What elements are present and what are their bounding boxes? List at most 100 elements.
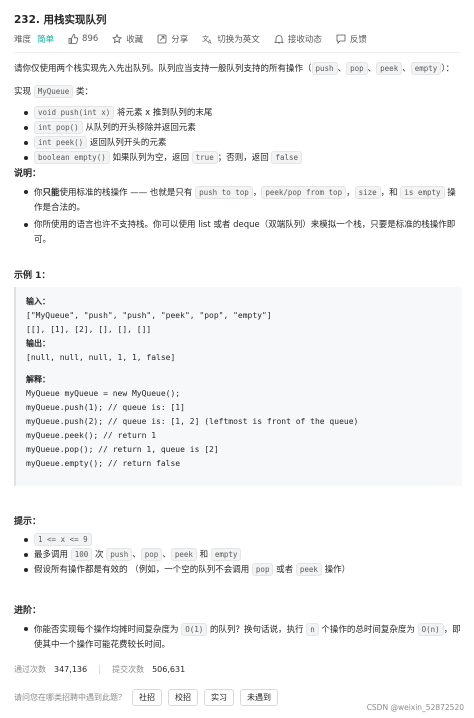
method-list: void push(int x) 将元素 x 推到队列的末尾 int pop()… — [24, 106, 462, 166]
stats-divider — [99, 665, 101, 674]
intro-separator: 、 — [367, 64, 377, 74]
method-code: int peek() — [34, 136, 88, 149]
note-text: 使用标准的栈操作 —— 也就是只有 — [59, 188, 193, 198]
hint-text: 假设所有操作都是有效的 （例如，一个空的队列不会调用 — [34, 565, 250, 575]
method-code: void push(int x) — [34, 106, 115, 119]
hint-code: 100 — [70, 548, 93, 561]
example-input-line: ["MyQueue", "push", "push", "peek", "pop… — [26, 311, 272, 320]
implement-text: 实现 — [14, 87, 32, 97]
advanced-text: 个操作的总时间复杂度为 — [321, 625, 415, 635]
example-explain-line: myQueue.empty(); // return false — [26, 459, 181, 468]
example-explain-label: 解释： — [26, 375, 50, 384]
intro-separator: 、 — [402, 64, 411, 74]
translate-icon: 文A — [202, 34, 212, 44]
problem-meta-bar: 难度 简单 896 收藏 分享 文A 切换为英文 接收动态 反馈 — [14, 33, 381, 45]
star-icon — [112, 34, 123, 44]
note-text: 你 — [34, 188, 43, 198]
note-code: peek/pop from top — [261, 186, 347, 199]
subscribe-label: 接收动态 — [287, 35, 322, 45]
method-desc: ；否则，返回 — [217, 153, 269, 163]
difficulty-badge: 简单 — [37, 35, 55, 45]
example-explain-line: myQueue.peek(); // return 1 — [26, 431, 157, 440]
interview-question-text: 请问您在哪类招聘中遇到此题？ — [14, 693, 126, 702]
intro-separator: 、 — [337, 64, 347, 74]
advanced-list: 你能否实现每个操作均摊时间复杂度为 O(1) 的队列？换句话说，执行 n 个操作… — [24, 622, 462, 654]
notes-heading: 说明： — [14, 169, 42, 179]
example-block: 输入： ["MyQueue", "push", "push", "peek", … — [14, 287, 462, 486]
hint-code: pop — [140, 548, 163, 561]
method-desc: 将元素 x 推到队列的末尾 — [116, 108, 213, 118]
hint-code: 1 <= x <= 9 — [34, 533, 92, 546]
list-item: 你只能使用标准的栈操作 —— 也就是只有 push to top ， peek/po… — [24, 185, 462, 216]
tag-social-hire-button[interactable]: 社招 — [132, 689, 162, 706]
note-bold: 只能 — [42, 188, 60, 198]
example-output-label: 输出： — [26, 339, 50, 348]
example-input-line: [[], [1], [2], [], [], []] — [26, 325, 152, 334]
tag-internship-button[interactable]: 实习 — [204, 689, 234, 706]
hint-code: peek — [170, 548, 197, 561]
list-item: 你能否实现每个操作均摊时间复杂度为 O(1) 的队列？换句话说，执行 n 个操作… — [24, 622, 462, 653]
advanced-code: n — [306, 623, 319, 636]
implement-line: 实现 MyQueue 类： — [14, 84, 462, 100]
feedback-label: 反馈 — [349, 35, 367, 45]
op-empty-code: empty — [410, 62, 442, 75]
header-divider — [14, 52, 460, 53]
method-code: int pop() — [34, 121, 83, 134]
switch-language-button[interactable]: 文A 切换为英文 — [202, 33, 260, 45]
op-pop-code: pop — [346, 62, 368, 75]
advanced-code: O(1) — [181, 623, 208, 636]
hint-separator: 、 — [162, 550, 171, 560]
list-item: 1 <= x <= 9 — [24, 533, 462, 547]
hint-text: 次 — [94, 550, 104, 560]
difficulty-label: 难度 — [14, 35, 32, 45]
share-icon — [157, 34, 167, 44]
list-item: 最多调用 100 次 push、 pop、 peek 和 empty — [24, 548, 462, 562]
accepted-count: 347,136 — [54, 665, 88, 674]
submitted-label: 提交次数 — [112, 665, 145, 674]
notes-list: 你只能使用标准的栈操作 —— 也就是只有 push to top ， peek/po… — [24, 185, 462, 249]
hint-text: 操作） — [324, 565, 351, 575]
note-text: 你所使用的语言也许不支持栈。你可以使用 list 或者 deque（双端队列）来… — [34, 220, 456, 245]
example-explain-line: MyQueue myQueue = new MyQueue(); — [26, 389, 181, 398]
subscribe-button[interactable]: 接收动态 — [273, 33, 322, 45]
example-explain-line: myQueue.push(2); // queue is: [1, 2] (le… — [26, 417, 359, 426]
hint-text: 和 — [199, 550, 209, 560]
feedback-button[interactable]: 反馈 — [336, 33, 367, 45]
list-item: 你所使用的语言也许不支持栈。你可以使用 list 或者 deque（双端队列）来… — [24, 218, 462, 248]
op-peek-code: peek — [376, 62, 403, 75]
implement-text-end: 类： — [76, 87, 94, 97]
like-button[interactable]: 896 — [68, 34, 98, 44]
accepted-label: 通过次数 — [14, 665, 46, 674]
favorite-label: 收藏 — [126, 35, 144, 45]
note-separator: ， — [346, 188, 355, 198]
advanced-text: 你能否实现每个操作均摊时间复杂度为 — [34, 625, 179, 635]
intro-text: 请你仅使用两个栈实现先入先出队列。队列应当支持一般队列支持的所有操作（ — [14, 64, 312, 74]
share-button[interactable]: 分享 — [157, 33, 188, 45]
hint-separator: 、 — [132, 550, 141, 560]
like-count: 896 — [82, 34, 99, 44]
advanced-text: 的队列？换句话说，执行 — [209, 625, 304, 635]
example-output-line: [null, null, null, 1, 1, false] — [26, 353, 176, 362]
thumbs-up-icon — [68, 34, 79, 44]
tag-not-encountered-button[interactable]: 未遇到 — [240, 689, 278, 706]
false-code: false — [271, 151, 303, 164]
favorite-button[interactable]: 收藏 — [112, 33, 143, 45]
hint-code: peek — [295, 563, 322, 576]
example-explain-line: myQueue.pop(); // return 1, queue is [2] — [26, 445, 219, 454]
hint-text: 最多调用 — [34, 550, 69, 560]
method-desc: 如果队列为空，返回 — [112, 153, 189, 163]
feedback-icon — [336, 34, 346, 44]
watermark: CSDN @weixin_52872520 — [366, 703, 464, 712]
note-separator: ，和 — [380, 188, 398, 198]
tag-campus-hire-button[interactable]: 校招 — [168, 689, 198, 706]
true-code: true — [191, 151, 218, 164]
example-input-label: 输入： — [26, 297, 50, 306]
problem-title: 232. 用栈实现队列 — [14, 14, 107, 26]
list-item: boolean empty() 如果队列为空，返回 true ；否则，返回 fal… — [24, 151, 462, 165]
list-item: void push(int x) 将元素 x 推到队列的末尾 — [24, 106, 462, 120]
class-name-code: MyQueue — [33, 85, 74, 98]
hint-code: empty — [210, 548, 242, 561]
intro-text-end: ）： — [441, 64, 455, 74]
example-heading: 示例 1： — [14, 271, 51, 281]
hints-heading: 提示： — [14, 517, 42, 527]
